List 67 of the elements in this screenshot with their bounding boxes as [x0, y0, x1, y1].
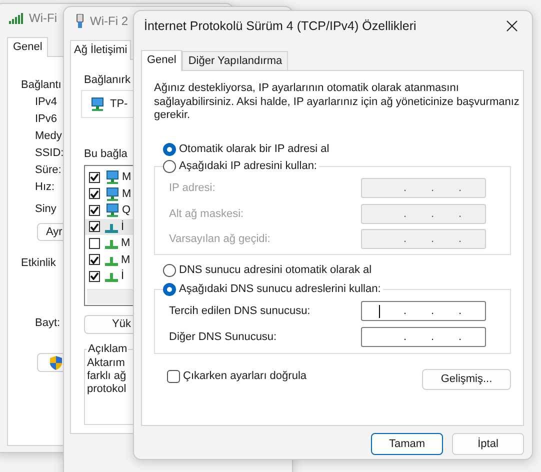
validate-checkbox[interactable]: Çıkarken ayarları doğrula: [167, 370, 307, 382]
checkbox[interactable]: [89, 188, 100, 200]
checkbox[interactable]: [89, 221, 100, 232]
list-item[interactable]: İ: [85, 268, 133, 284]
tab[interactable]: Genel: [141, 50, 182, 71]
network-adapter-icon: [104, 186, 120, 201]
tab[interactable]: Ağ İletişimi: [70, 40, 132, 60]
list-item[interactable]: M: [85, 169, 133, 186]
tab[interactable]: Diğer Yapılandırma: [182, 51, 288, 70]
close-button[interactable]: [506, 20, 518, 32]
field-label: Varsayılan ağ geçidi:: [169, 233, 270, 246]
field-label: Siny: [35, 203, 56, 215]
network-adapter-icon: [104, 170, 120, 184]
field-label: IPv4: [35, 96, 58, 108]
advanced-button[interactable]: Gelişmiş...: [422, 368, 511, 390]
close-icon: [506, 20, 518, 32]
field-label: Süre:: [35, 164, 62, 176]
network-adapter-icon: [104, 203, 120, 218]
checkbox[interactable]: [89, 238, 100, 249]
radio-option[interactable]: Otomatik olarak bir IP adresi al: [163, 142, 330, 156]
disable-button[interactable]: [37, 353, 64, 372]
install-button[interactable]: Yük: [84, 315, 133, 334]
address-field[interactable]: . . .: [361, 301, 486, 322]
checkbox[interactable]: [89, 254, 100, 266]
list-item[interactable]: Q: [85, 202, 133, 218]
description-text: Aktarım: [87, 357, 125, 370]
section-heading: Bağlantı: [21, 79, 62, 91]
description-text: farklı ağ: [87, 370, 126, 383]
details-button[interactable]: Ayr: [37, 223, 64, 241]
field-label: Bağlanırk: [84, 74, 130, 86]
section-heading: Etkinlik: [21, 257, 56, 269]
list-item[interactable]: M: [85, 252, 133, 268]
list-item[interactable]: M: [85, 186, 133, 202]
ok-button[interactable]: Tamam: [371, 433, 443, 455]
field-label: IPv6: [35, 113, 58, 125]
adapter-name: TP-: [110, 98, 128, 110]
tab[interactable]: Genel: [7, 37, 48, 57]
cancel-button[interactable]: İptal: [452, 433, 524, 455]
description-text: protokol: [87, 383, 126, 396]
signal-bars-icon: [9, 12, 23, 24]
field-label: Medy: [35, 130, 62, 142]
list-item[interactable]: M: [85, 235, 133, 252]
radio-option[interactable]: DNS sunucu adresini otomatik olarak al: [163, 264, 372, 276]
usb-adapter-icon: [76, 14, 84, 28]
field-label: IP adresi:: [169, 182, 216, 194]
window-title: Wi-Fi 2: [90, 14, 128, 28]
network-adapter-icon: [89, 97, 105, 111]
shield-icon: [50, 356, 62, 370]
field-label: Tercih edilen DNS sunucusu:: [169, 305, 310, 318]
list-item[interactable]: İ: [85, 218, 133, 235]
field-label: Hız:: [35, 181, 55, 193]
address-field[interactable]: . . .: [361, 326, 486, 347]
field-label: Diğer DNS Sunucusu:: [169, 330, 277, 343]
field-label: SSID:: [35, 147, 64, 159]
radio-option[interactable]: Aşağıdaki DNS sunucu adreslerini kullan:: [163, 282, 381, 296]
radio-option[interactable]: Aşağıdaki IP adresini kullan:: [163, 160, 317, 172]
checkbox[interactable]: [89, 172, 100, 183]
field-label: Bu bağla: [84, 148, 128, 160]
scrollbar[interactable]: [87, 288, 133, 304]
instruction-text: Ağınız destekliyorsa, IP ayarlarının otomatik olarak atanmasını sağlayabilirsiniz. Aksi halde, IP ayarlarınız için ağ yöneticinize başvurmanız gerekir.: [154, 82, 520, 122]
field-label: Bayt:: [35, 317, 60, 329]
window-title: İnternet Protokolü Sürüm 4 (TCP/IPv4) Özellikleri: [144, 19, 416, 33]
checkbox[interactable]: [89, 204, 100, 216]
checkbox[interactable]: [89, 270, 100, 282]
group-title: Açıklam: [87, 343, 128, 355]
field-label: Alt ağ maskesi:: [169, 208, 244, 220]
window-title: Wi-Fi: [29, 11, 57, 25]
